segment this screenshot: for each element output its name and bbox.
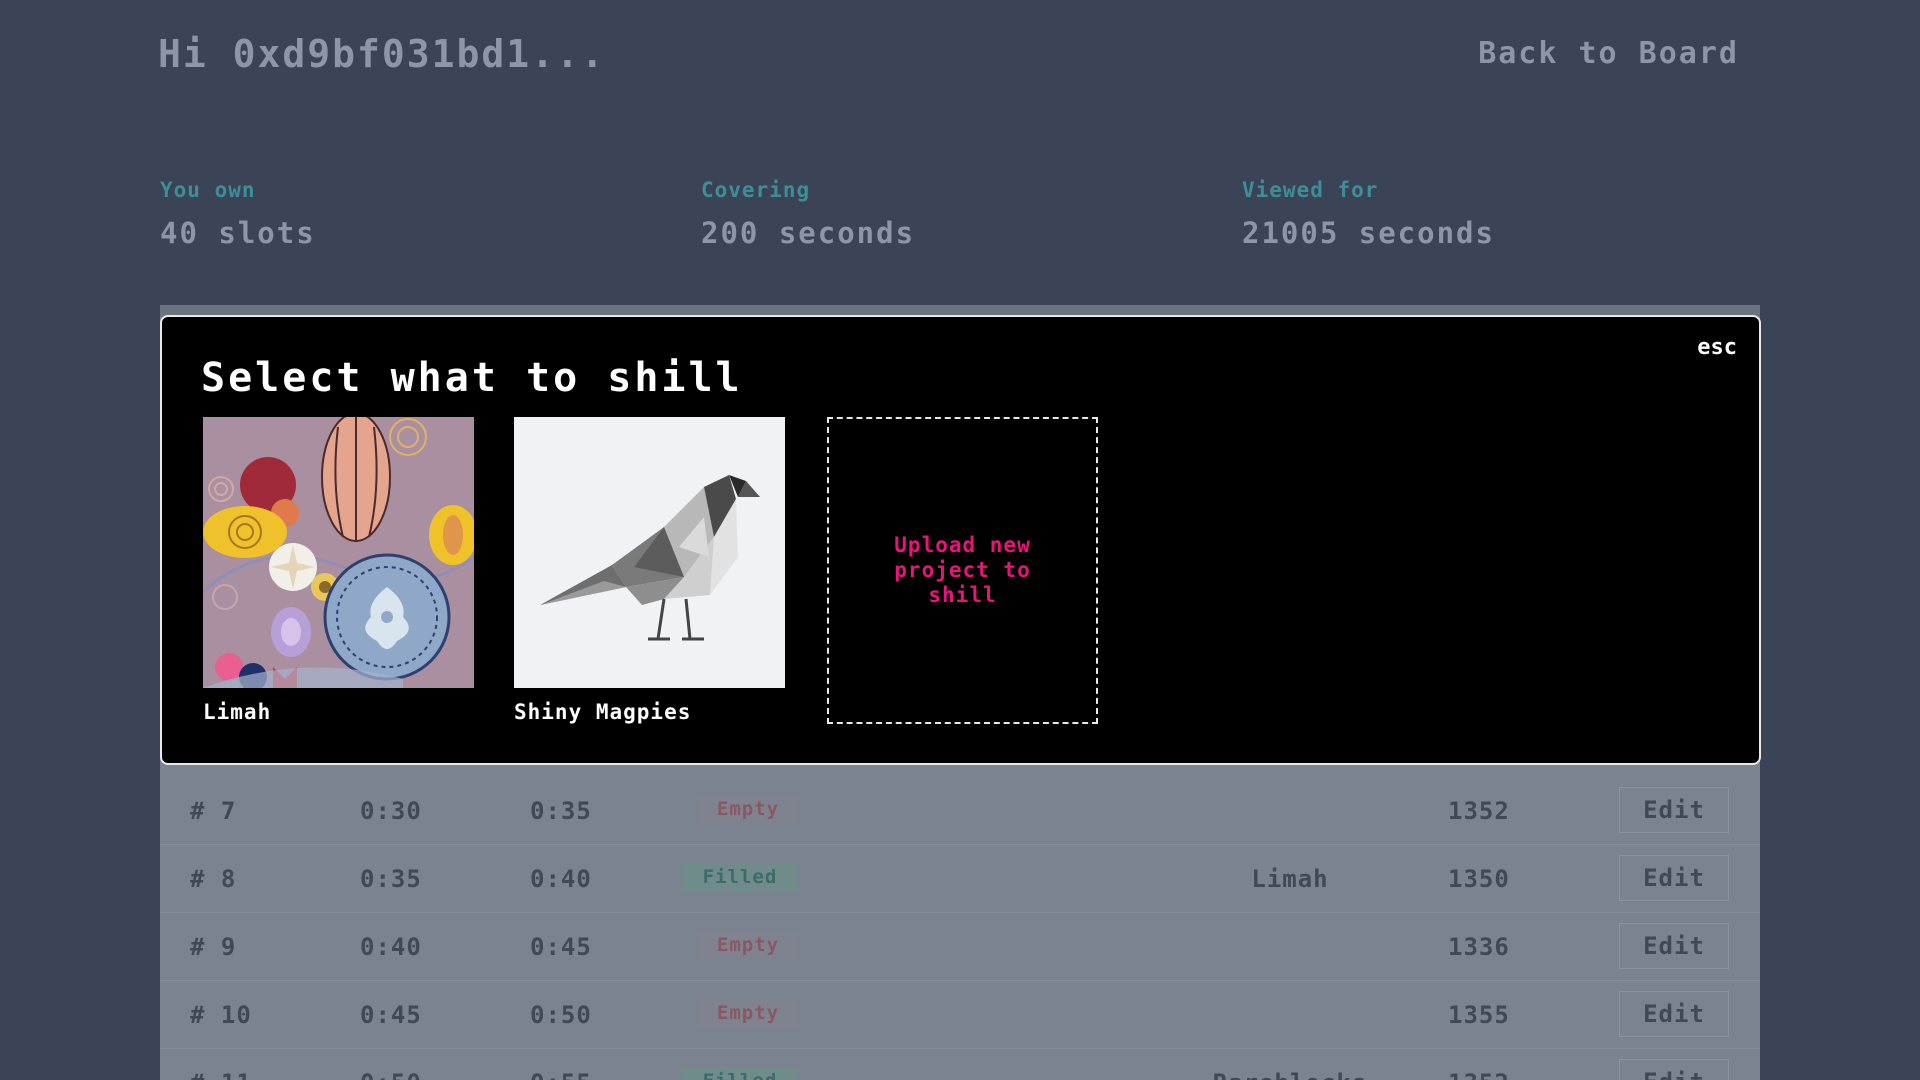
slot-project: Limah: [1251, 865, 1329, 893]
stat-label: Viewed for: [1242, 178, 1379, 202]
slot-end: 0:55: [530, 1069, 592, 1080]
status-badge: Empty: [698, 795, 798, 823]
slots-table-body: # 7 0:30 0:35 Empty 1352 Edit # 8 0:35 0…: [160, 777, 1760, 1080]
upload-label: Upload new project to shill: [894, 533, 1031, 607]
stat-value: 40 slots: [160, 216, 316, 250]
stat-owned-slots: You own 40 slots: [160, 178, 316, 250]
slot-start: 0:45: [360, 1001, 422, 1029]
project-name: Limah: [203, 700, 272, 724]
slot-start: 0:35: [360, 865, 422, 893]
edit-button[interactable]: Edit: [1619, 991, 1729, 1037]
slot-project: Rareblocks: [940, 1069, 1640, 1080]
table-row: # 7 0:30 0:35 Empty 1352 Edit: [160, 777, 1760, 845]
slot-id: # 8: [190, 865, 237, 893]
stat-viewed: Viewed for 21005 seconds: [1242, 178, 1495, 250]
back-to-board-link[interactable]: Back to Board: [1478, 36, 1739, 71]
status-badge: Empty: [698, 999, 798, 1027]
low-poly-magpie-thumbnail: [514, 417, 785, 688]
slot-views: 1336: [1448, 933, 1510, 961]
stat-label: You own: [160, 178, 256, 202]
edit-button[interactable]: Edit: [1619, 855, 1729, 901]
status-badge: Empty: [698, 931, 798, 959]
abstract-painting-thumbnail: [203, 417, 474, 688]
slot-id: # 10: [190, 1001, 252, 1029]
slot-start: 0:40: [360, 933, 422, 961]
slot-id: # 9: [190, 933, 237, 961]
project-name: Shiny Magpies: [514, 700, 692, 724]
slot-start: 0:30: [360, 797, 422, 825]
slot-views: 1352: [1448, 797, 1510, 825]
slot-end: 0:45: [530, 933, 592, 961]
esc-close-button[interactable]: esc: [1697, 335, 1737, 360]
modal-title: Select what to shill: [201, 355, 743, 401]
slot-end: 0:50: [530, 1001, 592, 1029]
stat-label: Covering: [701, 178, 811, 202]
table-row: # 9 0:40 0:45 Empty 1336 Edit: [160, 913, 1760, 981]
status-badge: Filled: [682, 863, 798, 891]
edit-button[interactable]: Edit: [1619, 787, 1729, 833]
table-row: # 8 0:35 0:40 Filled Limah 1350 Edit: [160, 845, 1760, 913]
select-project-modal: Select what to shill esc Limah Shiny Mag…: [160, 315, 1761, 765]
slot-end: 0:40: [530, 865, 592, 893]
project-card-shiny-magpies[interactable]: Shiny Magpies: [514, 417, 785, 724]
slot-end: 0:35: [530, 797, 592, 825]
slot-id: # 7: [190, 797, 237, 825]
status-badge: Filled: [682, 1067, 798, 1080]
slot-start: 0:50: [360, 1069, 422, 1080]
edit-button[interactable]: Edit: [1619, 1059, 1729, 1080]
upload-new-project-button[interactable]: Upload new project to shill: [827, 417, 1098, 724]
stat-covering: Covering 200 seconds: [701, 178, 915, 250]
slot-id: # 11: [190, 1069, 252, 1080]
edit-button[interactable]: Edit: [1619, 923, 1729, 969]
greeting-title: Hi 0xd9bf031bd1...: [158, 32, 606, 76]
slot-views: 1350: [1448, 865, 1510, 893]
dashboard-page: Hi 0xd9bf031bd1... Back to Board You own…: [0, 0, 1920, 1080]
table-row: # 11 0:50 0:55 Filled Rareblocks 1352 Ed…: [160, 1049, 1760, 1080]
stat-value: 21005 seconds: [1242, 216, 1495, 250]
project-card-limah[interactable]: Limah: [203, 417, 474, 724]
table-row: # 10 0:45 0:50 Empty 1355 Edit: [160, 981, 1760, 1049]
slot-views: 1352: [1448, 1069, 1510, 1080]
slot-views: 1355: [1448, 1001, 1510, 1029]
stat-value: 200 seconds: [701, 216, 916, 250]
